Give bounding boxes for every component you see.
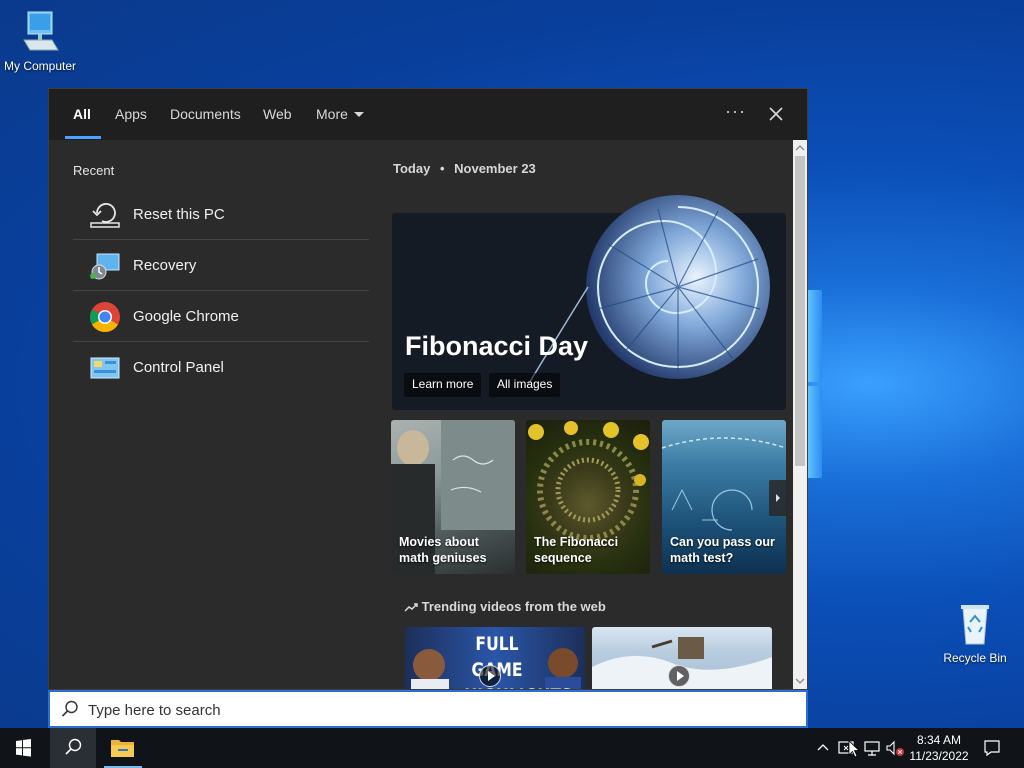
all-images-button[interactable]: All images — [489, 373, 561, 397]
scrollbar-thumb[interactable] — [795, 156, 805, 466]
card-caption: Can you pass our math test? — [670, 535, 775, 565]
tab-web[interactable]: Web — [263, 106, 292, 122]
tab-more-label: More — [316, 106, 348, 122]
folder-icon — [111, 740, 134, 757]
windows-logo-icon — [16, 739, 31, 757]
tab-apps[interactable]: Apps — [115, 106, 147, 122]
recent-item-label: Recovery — [133, 257, 197, 274]
scroll-down-icon[interactable] — [793, 674, 807, 688]
trending-video-2[interactable] — [592, 627, 772, 689]
card-fibonacci-sequence[interactable]: The Fibonacci sequence — [526, 420, 650, 574]
taskbar-file-explorer[interactable] — [100, 728, 146, 768]
scroll-up-icon[interactable] — [793, 141, 807, 155]
today-date: November 23 — [454, 161, 536, 176]
desktop-icon-my-computer[interactable]: My Computer — [0, 10, 80, 73]
tab-all[interactable]: All — [73, 106, 91, 122]
today-label: Today — [393, 161, 431, 176]
recent-item-google-chrome[interactable]: Google Chrome — [73, 291, 369, 342]
cards-next-button[interactable] — [769, 480, 787, 516]
trending-label: Trending videos from the web — [421, 599, 606, 614]
desktop-icon-label: My Computer — [3, 59, 77, 73]
recent-item-label: Reset this PC — [133, 206, 225, 223]
hero-card[interactable]: Fibonacci Day Learn more All images — [392, 195, 786, 410]
tab-more[interactable]: More — [316, 106, 364, 122]
chevron-right-icon — [776, 494, 780, 502]
taskbar-search-box — [48, 690, 808, 728]
today-separator: • — [439, 161, 445, 176]
search-panel: All Apps Documents Web More ··· Recent R… — [48, 88, 808, 690]
today-header: Today • November 23 — [393, 161, 536, 176]
network-icon[interactable] — [862, 738, 882, 758]
recent-item-label: Control Panel — [133, 359, 224, 376]
trending-video-1[interactable]: FULL GAME HIGHLIGHTS — [405, 627, 585, 689]
tab-documents[interactable]: Documents — [170, 106, 241, 122]
taskbar: 8:34 AM 11/23/2022 — [0, 728, 1024, 768]
chevron-down-icon — [353, 112, 364, 117]
notifications-icon[interactable] — [982, 738, 1002, 758]
taskbar-search-button[interactable] — [50, 728, 96, 768]
results-scrollbar[interactable] — [793, 140, 807, 689]
recent-item-recovery[interactable]: Recovery — [73, 240, 369, 291]
recent-item-label: Google Chrome — [133, 308, 239, 325]
volume-muted-icon[interactable] — [884, 738, 906, 758]
close-icon[interactable] — [765, 103, 787, 125]
recent-item-control-panel[interactable]: Control Panel — [73, 342, 369, 393]
hero-title: Fibonacci Day — [405, 331, 589, 361]
taskbar-clock[interactable]: 8:34 AM 11/23/2022 — [905, 732, 973, 764]
start-button[interactable] — [0, 728, 46, 768]
desktop-windows-logo — [808, 290, 824, 480]
search-input[interactable] — [88, 699, 788, 721]
active-tab-indicator — [65, 136, 101, 139]
mouse-cursor-icon — [848, 740, 861, 758]
trending-heading: Trending videos from the web — [404, 599, 606, 614]
reset-pc-icon — [90, 203, 120, 228]
card-caption: The Fibonacci sequence — [534, 535, 619, 565]
chevron-up-icon[interactable] — [815, 740, 831, 756]
desktop-icon-label: Recycle Bin — [943, 651, 1007, 665]
search-icon — [65, 738, 82, 755]
trending-arrow-icon — [404, 603, 418, 612]
clock-time: 8:34 AM — [916, 733, 962, 747]
recycle-bin-icon — [961, 605, 989, 645]
learn-more-button[interactable]: Learn more — [404, 373, 482, 397]
card-math-test[interactable]: Can you pass our math test? — [662, 420, 786, 574]
card-caption: Movies about math geniuses — [399, 535, 487, 565]
computer-icon — [23, 11, 59, 51]
control-panel-icon — [90, 357, 120, 379]
search-tabs: All Apps Documents Web More ··· — [49, 89, 807, 140]
recent-heading: Recent — [73, 163, 115, 178]
search-icon — [61, 700, 78, 717]
recent-item-reset-pc[interactable]: Reset this PC — [73, 189, 369, 240]
desktop-icon-recycle-bin[interactable]: Recycle Bin — [935, 602, 1015, 665]
card-movies-math[interactable]: Movies about math geniuses — [391, 420, 515, 574]
chrome-icon — [90, 302, 120, 333]
play-icon — [668, 665, 690, 687]
play-icon — [479, 665, 501, 687]
more-options-icon[interactable]: ··· — [725, 101, 746, 122]
clock-date: 11/23/2022 — [909, 749, 969, 763]
recovery-icon — [90, 253, 120, 280]
